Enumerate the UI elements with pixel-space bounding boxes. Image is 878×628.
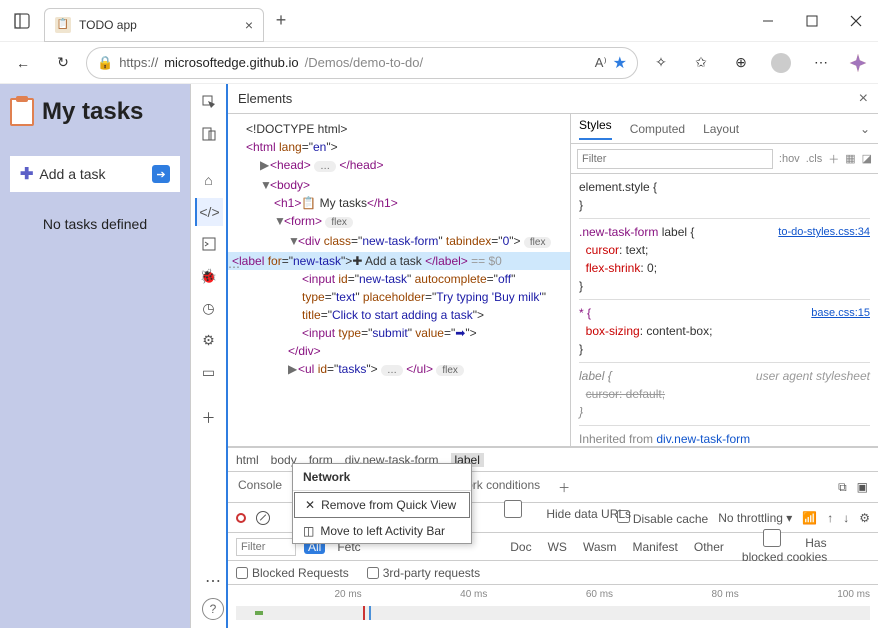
devtools-activity-bar: ⌂ </> 🐞 ◷ ⚙ ▭ ＋ <box>190 84 228 628</box>
url-host: microsoftedge.github.io <box>164 55 298 70</box>
performance-icon[interactable]: ◷ <box>195 294 223 322</box>
throttling-select[interactable]: No throttling ▾ <box>718 511 792 525</box>
url-path: /Demos/demo-to-do/ <box>305 55 424 70</box>
tab-styles[interactable]: Styles <box>579 118 612 140</box>
filter-wasm[interactable]: Wasm <box>579 540 621 554</box>
lock-icon: 🔒 <box>97 55 113 71</box>
console-icon[interactable] <box>195 230 223 258</box>
plus-icon: ✚ <box>20 164 33 184</box>
favicon-icon: 📋 <box>55 17 71 33</box>
memory-icon[interactable]: ⚙ <box>195 326 223 354</box>
selected-dom-node[interactable]: <label for="new-task">✚ Add a task </lab… <box>228 252 570 270</box>
menu-move-activitybar[interactable]: ◫Move to left Activity Bar <box>293 519 471 543</box>
more-options-icon[interactable]: ⋯ <box>200 568 226 594</box>
third-party-checkbox[interactable]: 3rd-party requests <box>367 566 480 580</box>
styles-tabs: Styles Computed Layout ⌄ <box>571 114 878 144</box>
close-devtools-icon[interactable]: × <box>859 90 868 108</box>
flex-icon[interactable]: ▦ <box>845 152 855 165</box>
tab-actions-button[interactable] <box>0 0 44 42</box>
settings-gear-icon[interactable]: ⚙ <box>859 511 870 525</box>
cls-button[interactable]: .cls <box>806 153 823 165</box>
favorites-icon[interactable]: ✩ <box>684 46 718 80</box>
device-icon[interactable] <box>195 120 223 148</box>
chevron-down-icon[interactable]: ⌄ <box>860 122 870 136</box>
record-icon[interactable] <box>236 513 246 523</box>
extensions-icon[interactable]: ✧ <box>644 46 678 80</box>
inspect-icon[interactable] <box>195 88 223 116</box>
filter-manifest[interactable]: Manifest <box>629 540 682 554</box>
submit-arrow-icon[interactable]: ➔ <box>152 165 170 183</box>
new-rule-icon[interactable]: ＋ <box>828 151 839 167</box>
refresh-button[interactable]: ↻ <box>46 46 80 80</box>
welcome-icon[interactable]: ⌂ <box>195 166 223 194</box>
network-timeline[interactable]: 20 ms 40 ms 60 ms 80 ms 100 ms <box>228 584 878 628</box>
overflow-dots-icon[interactable]: ⋯ <box>228 258 240 276</box>
upload-icon[interactable]: ↑ <box>827 511 833 525</box>
address-bar[interactable]: 🔒 https:// microsoftedge.github.io/Demos/… <box>86 47 638 79</box>
back-button[interactable]: ← <box>6 46 40 80</box>
clear-icon[interactable] <box>256 511 270 525</box>
maximize-button[interactable] <box>790 5 834 37</box>
filter-ws[interactable]: WS <box>544 540 571 554</box>
new-tab-button[interactable]: + <box>264 4 298 38</box>
add-drawer-tab-icon[interactable]: ＋ <box>558 479 570 496</box>
close-tab-icon[interactable]: × <box>245 17 253 33</box>
panel-title: Elements <box>238 91 292 106</box>
tab-title: TODO app <box>79 18 137 32</box>
elements-icon[interactable]: </> <box>195 198 223 226</box>
dom-tree[interactable]: <!DOCTYPE html> <html lang="en"> ▶<head>… <box>228 114 570 446</box>
add-task-label: Add a task <box>39 166 105 182</box>
close-icon: ✕ <box>305 498 315 512</box>
context-menu-header: Network <box>293 464 471 491</box>
minimize-button[interactable] <box>746 5 790 37</box>
context-menu: Network ✕Remove from Quick View ◫Move to… <box>292 463 472 544</box>
browser-tab[interactable]: 📋 TODO app × <box>44 8 264 42</box>
close-window-button[interactable] <box>834 5 878 37</box>
clipboard-icon <box>10 98 34 126</box>
app-page: My tasks ✚ Add a task ➔ No tasks defined <box>0 84 190 628</box>
read-aloud-icon[interactable]: A⁾ <box>595 55 607 71</box>
styles-pane[interactable]: element.style { } to-do-styles.css:34.ne… <box>571 174 878 446</box>
profile-icon[interactable] <box>764 46 798 80</box>
tab-layout[interactable]: Layout <box>703 122 739 136</box>
collections-icon[interactable]: ⊕ <box>724 46 758 80</box>
download-icon[interactable]: ↓ <box>843 511 849 525</box>
computed-toggle-icon[interactable]: ◪ <box>862 152 872 165</box>
add-task-input[interactable]: ✚ Add a task ➔ <box>10 156 180 192</box>
more-tools-icon[interactable]: ＋ <box>195 404 223 432</box>
url-scheme: https:// <box>119 55 158 70</box>
empty-state-label: No tasks defined <box>10 216 180 232</box>
panel-icon: ◫ <box>303 524 314 538</box>
filter-doc[interactable]: Doc <box>506 540 535 554</box>
expand-icon[interactable]: ▣ <box>857 480 868 495</box>
wifi-icon[interactable]: 📶 <box>802 511 817 525</box>
help-icon[interactable]: ? <box>202 598 224 620</box>
sources-icon[interactable]: 🐞 <box>195 262 223 290</box>
blocked-requests-checkbox[interactable]: Blocked Requests <box>236 566 349 580</box>
tab-console[interactable]: Console <box>238 478 282 496</box>
styles-filter-input[interactable] <box>577 149 773 169</box>
page-title: My tasks <box>10 98 180 126</box>
network-filter-input[interactable] <box>236 538 296 556</box>
menu-button[interactable]: ⋯ <box>804 46 838 80</box>
copilot-icon[interactable] <box>844 49 872 77</box>
menu-remove-quickview[interactable]: ✕Remove from Quick View <box>294 492 470 518</box>
favorite-icon[interactable]: ★ <box>613 53 627 73</box>
dock-icon[interactable]: ⧉ <box>838 480 847 495</box>
blocked-cookies-checkbox[interactable]: Has blocked cookies <box>742 529 870 564</box>
tab-computed[interactable]: Computed <box>630 122 685 136</box>
hide-urls-checkbox[interactable]: Hide data URLs <box>483 500 631 521</box>
application-icon[interactable]: ▭ <box>195 358 223 386</box>
filter-other[interactable]: Other <box>690 540 728 554</box>
hov-button[interactable]: :hov <box>779 153 800 165</box>
devtools-header: Elements × <box>228 84 878 114</box>
